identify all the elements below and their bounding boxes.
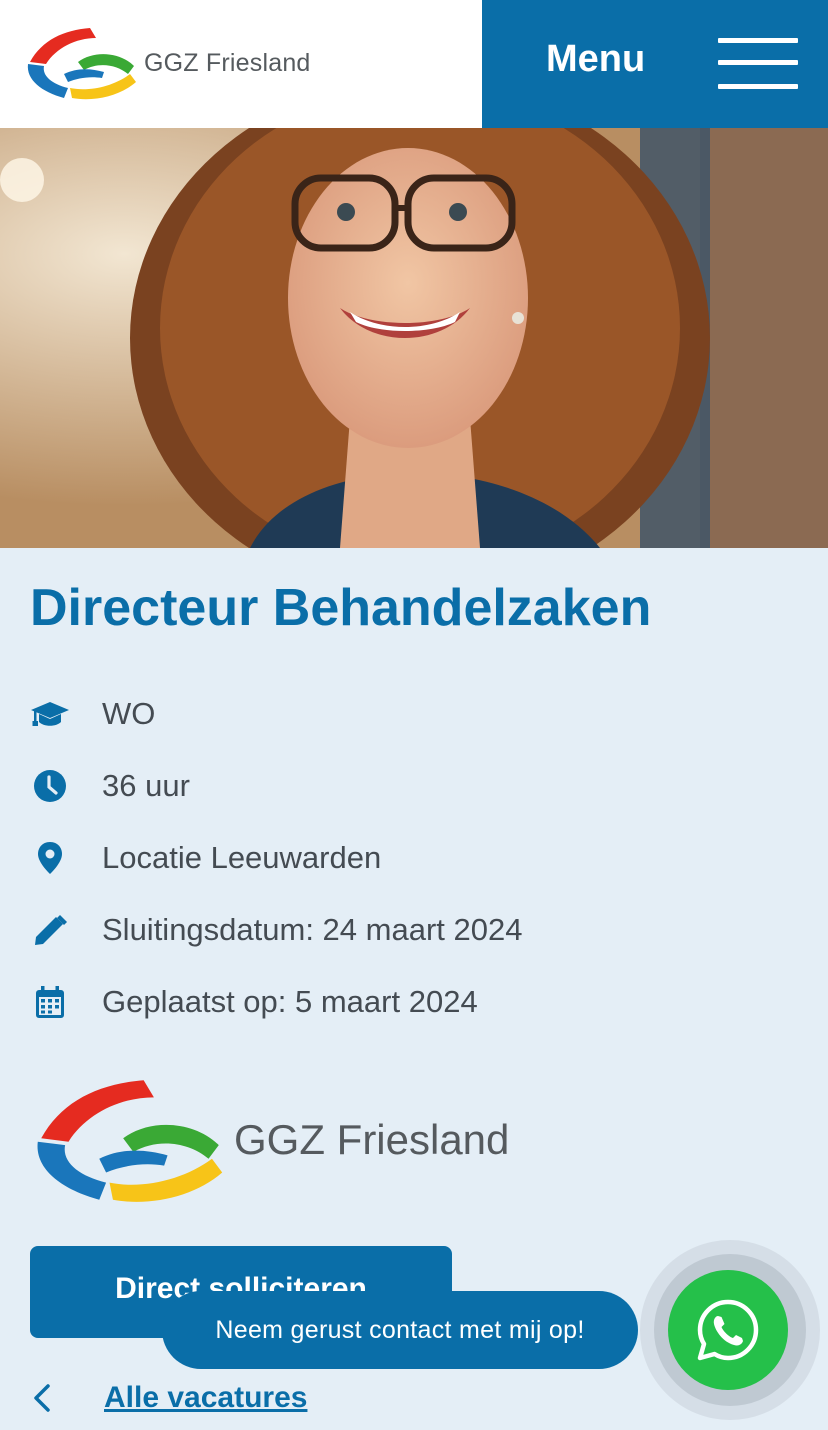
employer-logo: GGZ Friesland	[30, 1070, 509, 1210]
detail-text: Sluitingsdatum: 24 maart 2024	[102, 912, 523, 947]
detail-text: 36 uur	[102, 768, 190, 803]
detail-text: Geplaatst op: 5 maart 2024	[102, 984, 478, 1019]
logo-text: GGZ Friesland	[144, 48, 311, 77]
location-pin-icon	[30, 838, 70, 878]
graduation-cap-icon	[30, 694, 70, 734]
all-vacancies-label: Alle vacatures	[104, 1381, 308, 1414]
detail-location: Locatie Leeuwarden	[30, 838, 381, 878]
chevron-left-icon	[34, 1384, 50, 1412]
menu-label: Menu	[546, 38, 646, 80]
all-vacancies-link[interactable]: Alle vacatures	[30, 1380, 307, 1416]
detail-posted-date: Geplaatst op: 5 maart 2024	[30, 982, 478, 1022]
whatsapp-button[interactable]	[668, 1270, 788, 1390]
hamburger-icon	[718, 38, 798, 90]
detail-hours: 36 uur	[30, 766, 190, 806]
site-header: GGZ Friesland Menu	[0, 0, 828, 128]
detail-closing-date: Sluitingsdatum: 24 maart 2024	[30, 910, 522, 950]
employer-logo-text: GGZ Friesland	[234, 1116, 510, 1163]
clock-icon	[30, 766, 70, 806]
vacancy-title: Directeur Behandelzaken	[30, 579, 652, 637]
detail-text: Locatie Leeuwarden	[102, 840, 382, 875]
ggz-friesland-logo[interactable]: GGZ Friesland	[24, 22, 311, 104]
whatsapp-icon	[697, 1299, 759, 1361]
pencil-icon	[30, 910, 70, 950]
ggz-logo-mark-icon	[37, 1080, 223, 1202]
portrait-illustration	[0, 128, 828, 548]
hero-image	[0, 128, 828, 548]
ggz-logo-mark-icon	[27, 28, 136, 100]
calendar-icon	[30, 982, 70, 1022]
detail-education: WO	[30, 694, 155, 734]
contact-chat-bubble[interactable]: Neem gerust contact met mij op!	[162, 1291, 638, 1369]
menu-button[interactable]: Menu	[482, 0, 828, 128]
detail-text: WO	[102, 696, 156, 731]
